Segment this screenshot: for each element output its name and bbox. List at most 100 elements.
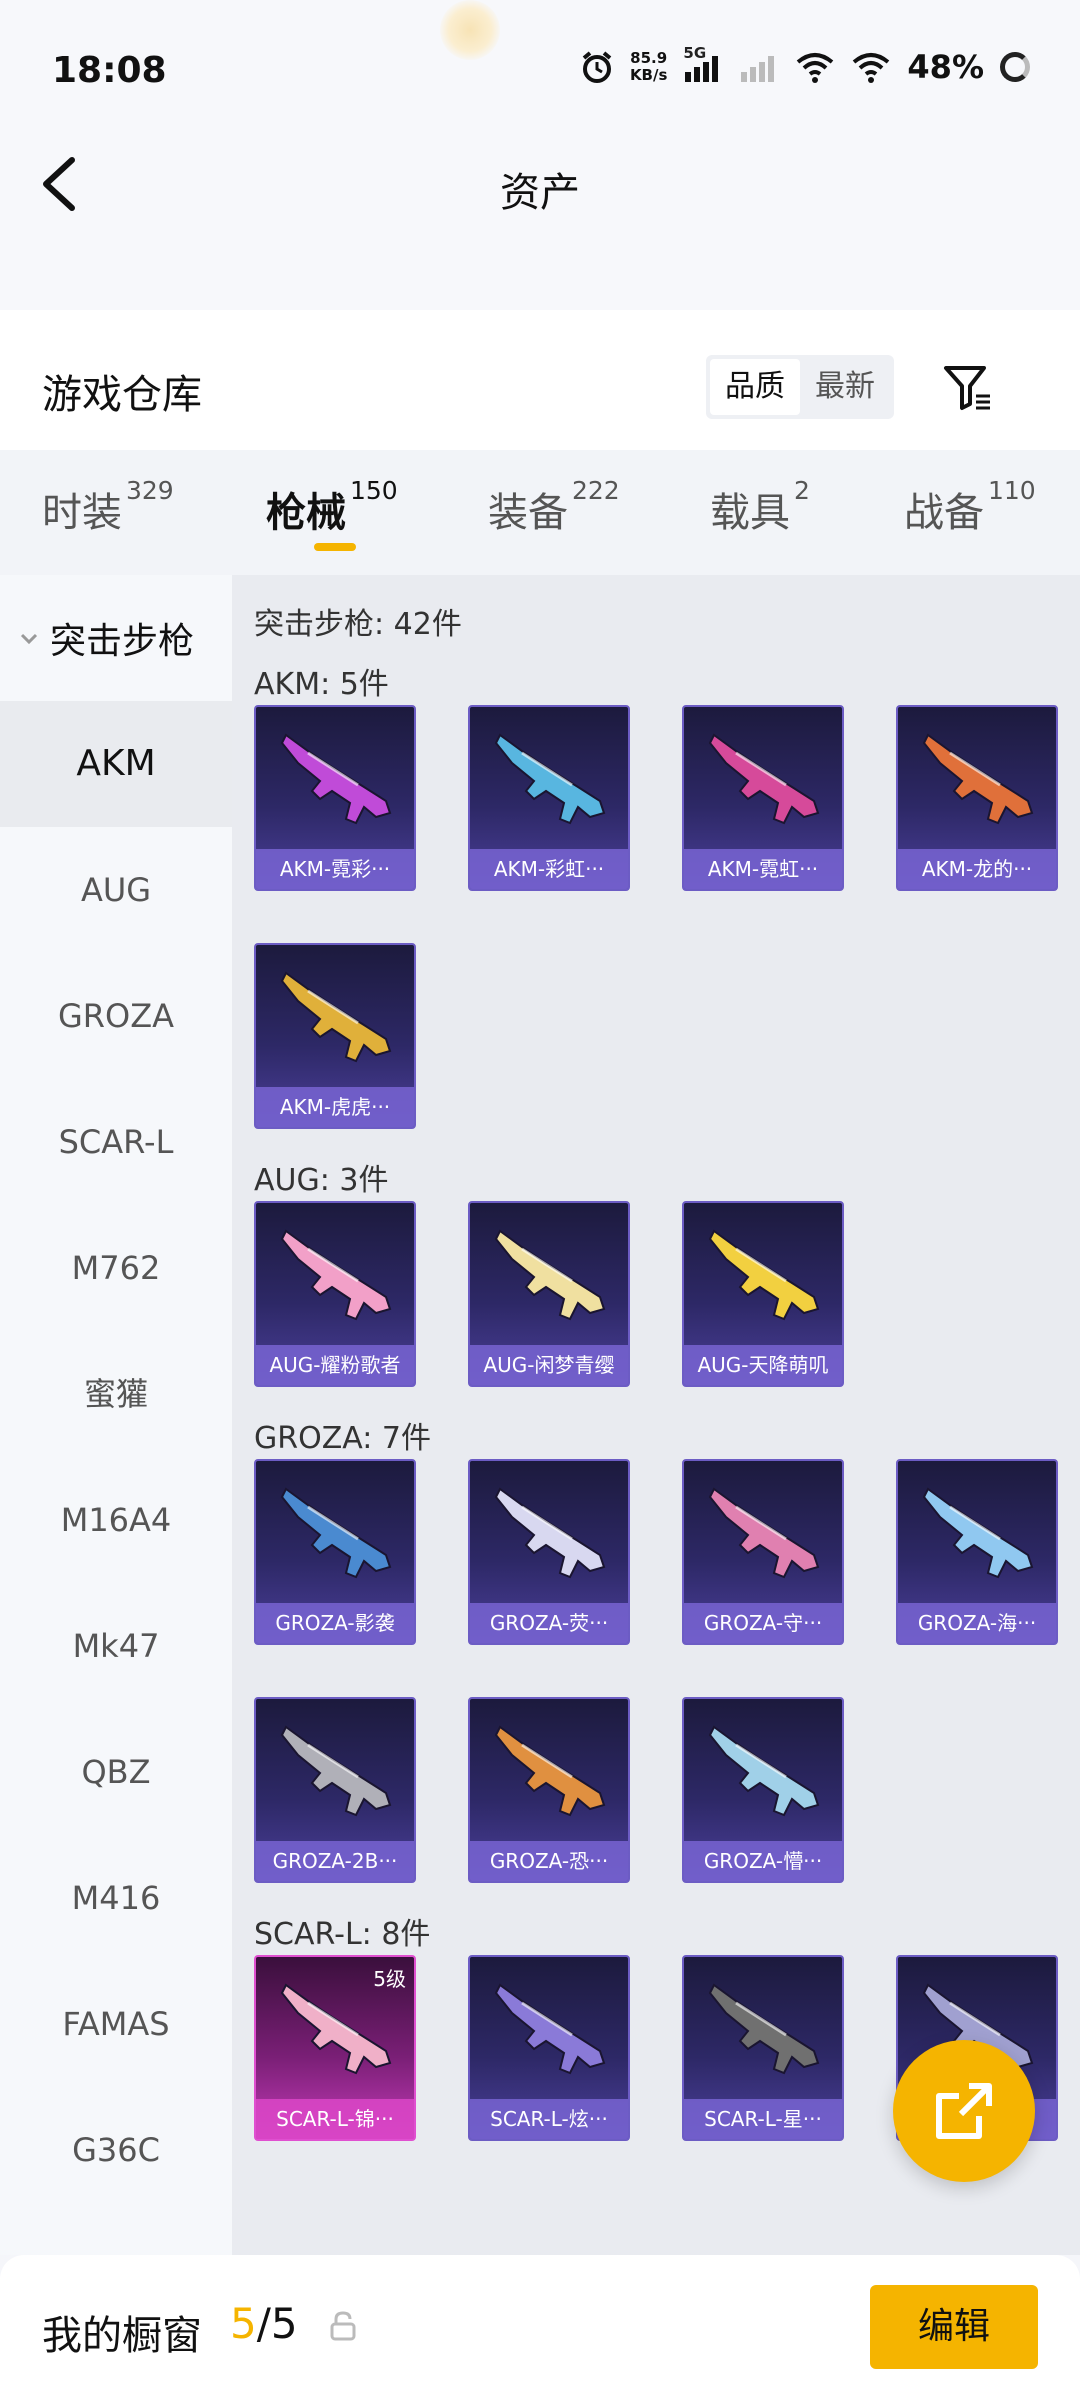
status-bar: 18:08 85.9 KB/s 5G 48%: [0, 0, 1080, 140]
weapon-card-label: GROZA-恐···: [470, 1841, 628, 1881]
level-badge: 5级: [373, 1967, 406, 1991]
sort-newest-button[interactable]: 最新: [800, 359, 890, 415]
filter-icon[interactable]: [940, 360, 996, 416]
warehouse-header: 游戏仓库 品质 最新: [0, 310, 1080, 450]
net-rate-unit: KB/s: [629, 66, 668, 84]
weapon-card[interactable]: AUG-耀粉歌者: [254, 1201, 416, 1387]
tab-label: 装备: [488, 490, 568, 536]
sidebar-item-m416[interactable]: M416: [0, 1835, 232, 1961]
tab-firearms[interactable]: 枪械 150: [266, 476, 398, 538]
weapon-card[interactable]: GROZA-影袭: [254, 1459, 416, 1645]
wifi-icon-2: [853, 53, 890, 83]
alarm-icon: [582, 51, 612, 83]
tab-fashion[interactable]: 时装 329: [42, 476, 174, 538]
weapon-card-label: GROZA-守···: [684, 1603, 842, 1643]
weapon-card[interactable]: SCAR-L-星···: [682, 1955, 844, 2141]
weapon-card-label: AKM-霓彩···: [256, 849, 414, 889]
active-tab-indicator: [314, 543, 356, 551]
weapon-card[interactable]: AUG-闲梦青缨: [468, 1201, 630, 1387]
weapon-image-icon: [280, 1487, 392, 1579]
weapon-card-label: SCAR-L-炫···: [470, 2099, 628, 2139]
weapon-card-label: GROZA-懵···: [684, 1841, 842, 1881]
sidebar-category-assault-rifle[interactable]: 突击步枪: [0, 575, 232, 701]
status-time: 18:08: [52, 50, 167, 91]
weapon-card[interactable]: AUG-天降萌叽: [682, 1201, 844, 1387]
warehouse-title: 游戏仓库: [42, 372, 202, 418]
weapon-card-label: AKM-彩虹···: [470, 849, 628, 889]
weapon-grid: 突击步枪: 42件 AKM: 5件 AKM-霓彩··· AKM-彩虹··· AKM-霓…: [232, 575, 1080, 2255]
weapon-image-icon: [280, 1725, 392, 1817]
weapon-card[interactable]: GROZA-2B···: [254, 1697, 416, 1883]
weapon-image-icon: [708, 1983, 820, 2075]
weapon-image-icon: [922, 733, 1034, 825]
weapon-card[interactable]: SCAR-L-炫···: [468, 1955, 630, 2141]
weapon-card[interactable]: GROZA-懵···: [682, 1697, 844, 1883]
sidebar-item-aug[interactable]: AUG: [0, 827, 232, 953]
weapon-image-icon: [708, 1229, 820, 1321]
tab-label: 时装: [42, 490, 122, 536]
category-tabs: 时装 329 枪械 150 装备 222 载具 2 战备 110: [0, 450, 1080, 575]
sidebar-item-g36c[interactable]: G36C: [0, 2087, 232, 2213]
status-icons: 85.9 KB/s 5G 48%: [580, 44, 1030, 86]
weapon-card-label: AUG-闲梦青缨: [470, 1345, 628, 1385]
weapon-card[interactable]: AKM-彩虹···: [468, 705, 630, 891]
weapon-image-icon: [708, 1487, 820, 1579]
sidebar-item-m16a4[interactable]: M16A4: [0, 1457, 232, 1583]
weapon-card-label: AUG-耀粉歌者: [256, 1345, 414, 1385]
tab-vehicles[interactable]: 载具 2: [710, 476, 810, 538]
weapon-image-icon: [280, 1229, 392, 1321]
sort-toggle: 品质 最新: [706, 355, 894, 419]
weapon-card-label: GROZA-影袭: [256, 1603, 414, 1643]
weapon-image-icon: [280, 733, 392, 825]
tab-label: 枪械: [266, 490, 346, 536]
sidebar-item-akm[interactable]: AKM: [0, 701, 232, 827]
weapon-card-label: AKM-霓虹···: [684, 849, 842, 889]
showcase-count-total: /5: [256, 2299, 298, 2348]
weapon-image-icon: [922, 1487, 1034, 1579]
sidebar-category-label: 突击步枪: [50, 621, 195, 662]
weapon-card-label: AKM-虎虎···: [256, 1087, 414, 1127]
group-title: SCAR-L: 8件: [254, 1917, 431, 1952]
group-title: GROZA: 7件: [254, 1421, 431, 1456]
showcase-bar: 我的橱窗 5/5 编辑: [0, 2255, 1080, 2400]
weapon-card-label: GROZA-2B···: [256, 1841, 414, 1881]
net-rate: 85.9 KB/s: [630, 50, 667, 84]
weapon-image-icon: [494, 1725, 606, 1817]
weapon-card-label: AUG-天降萌叽: [684, 1345, 842, 1385]
weapon-card[interactable]: GROZA-恐···: [468, 1697, 630, 1883]
sort-quality-button[interactable]: 品质: [710, 359, 800, 415]
header: 资产: [0, 140, 1080, 310]
sidebar-item-scar-l[interactable]: SCAR-L: [0, 1079, 232, 1205]
chevron-down-icon: [20, 633, 38, 645]
weapon-image-icon: [494, 1487, 606, 1579]
tab-label: 载具: [710, 490, 790, 536]
sidebar-item-m762[interactable]: M762: [0, 1205, 232, 1331]
sidebar-item-mk47[interactable]: Mk47: [0, 1583, 232, 1709]
showcase-count: 5/5: [230, 2299, 298, 2348]
weapon-image-icon: [280, 971, 392, 1063]
weapon-card[interactable]: AKM-霓虹···: [682, 705, 844, 891]
signal-5g-icon: 5G: [683, 44, 723, 84]
sidebar-item-famas[interactable]: FAMAS: [0, 1961, 232, 2087]
page-title: 资产: [500, 170, 580, 216]
showcase-label: 我的橱窗: [42, 2313, 202, 2359]
sidebar-item-honey-badger[interactable]: 蜜獾: [0, 1331, 232, 1457]
share-button[interactable]: [893, 2040, 1035, 2182]
weapon-card[interactable]: AKM-虎虎···: [254, 943, 416, 1129]
weapon-card[interactable]: 5级 SCAR-L-锦···: [254, 1955, 416, 2141]
weapon-card-label: GROZA-荧···: [470, 1603, 628, 1643]
weapon-card[interactable]: GROZA-守···: [682, 1459, 844, 1645]
weapon-card[interactable]: AKM-霓彩···: [254, 705, 416, 891]
wifi-icon: [797, 53, 834, 83]
edit-button[interactable]: 编辑: [870, 2285, 1038, 2369]
tab-equipment[interactable]: 装备 222: [488, 476, 620, 538]
weapon-card[interactable]: GROZA-海···: [896, 1459, 1058, 1645]
tab-label: 战备: [904, 490, 984, 536]
weapon-card[interactable]: GROZA-荧···: [468, 1459, 630, 1645]
showcase-count-current: 5: [230, 2299, 257, 2348]
sidebar-item-groza[interactable]: GROZA: [0, 953, 232, 1079]
tab-supplies[interactable]: 战备 110: [904, 476, 1036, 538]
sidebar-item-qbz[interactable]: QBZ: [0, 1709, 232, 1835]
weapon-card-label: GROZA-海···: [898, 1603, 1056, 1643]
weapon-card[interactable]: AKM-龙的···: [896, 705, 1058, 891]
